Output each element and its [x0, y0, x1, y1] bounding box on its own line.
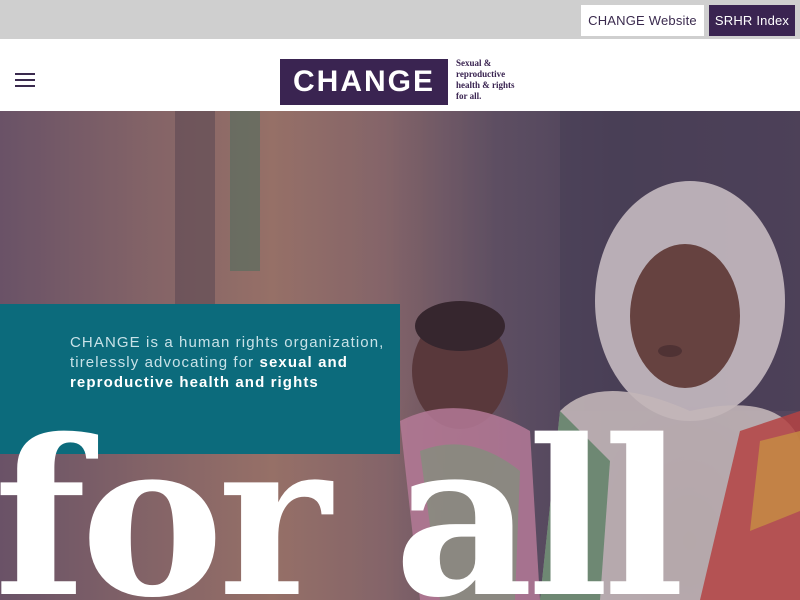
- logo-tagline-line: reproductive: [456, 69, 506, 79]
- hero-big-text: for all: [0, 392, 685, 600]
- change-website-link[interactable]: CHANGE Website: [581, 5, 704, 36]
- logo-tagline-line: for all.: [456, 91, 482, 101]
- logo-tagline-line: health & rights: [456, 80, 515, 90]
- site-header: CHANGE Sexual & reproductive health & ri…: [0, 39, 800, 111]
- logo-tagline-line: Sexual &: [456, 58, 492, 68]
- hero-tagline: CHANGE is a human rights organization, t…: [70, 333, 385, 393]
- hero-section: CHANGE is a human rights organization, t…: [0, 111, 800, 600]
- hamburger-menu-icon[interactable]: [15, 73, 35, 87]
- logo[interactable]: CHANGE: [280, 59, 448, 105]
- srhr-index-link[interactable]: SRHR Index: [709, 5, 795, 36]
- logo-tagline: Sexual & reproductive health & rights fo…: [456, 58, 536, 102]
- top-utility-bar: CHANGE Website SRHR Index: [0, 0, 800, 39]
